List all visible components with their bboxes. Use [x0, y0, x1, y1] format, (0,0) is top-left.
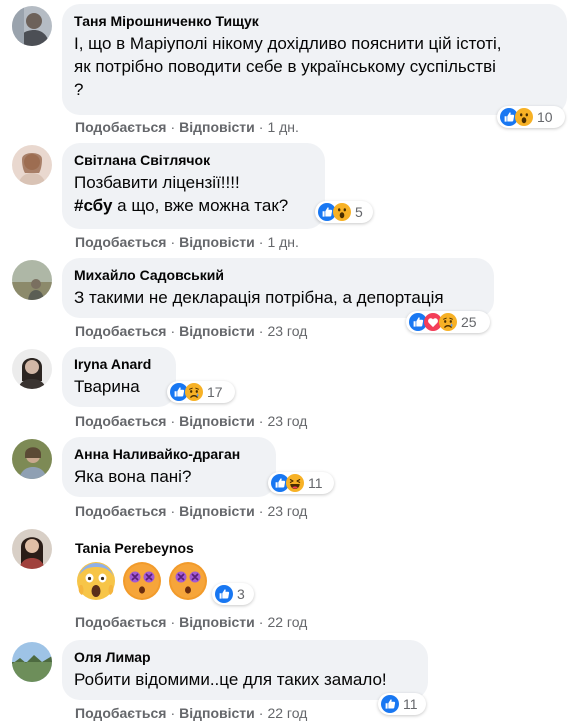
comment-bubble: Оля Лимар Робити відомими..це для таких … — [62, 640, 428, 700]
like-button[interactable]: Подобається — [75, 413, 166, 429]
reply-button[interactable]: Відповісти — [179, 323, 255, 339]
reply-button[interactable]: Відповісти — [179, 503, 255, 519]
reaction-summary[interactable]: 25 — [406, 311, 490, 333]
like-button[interactable]: Подобається — [75, 119, 166, 135]
comment-bubble: Таня Мірошниченко Тищук І, що в Маріупол… — [62, 4, 567, 115]
reaction-count: 3 — [237, 586, 245, 602]
reply-button[interactable]: Відповісти — [179, 119, 255, 135]
screaming-face-emoji — [77, 562, 115, 600]
reaction-summary[interactable]: 10 — [497, 106, 565, 128]
comment-text: Позбавити ліцензії!!!! #сбу а що, вже мо… — [74, 173, 289, 215]
dizzy-face-emoji — [122, 561, 162, 601]
comment-timestamp[interactable]: 22 год — [267, 614, 307, 630]
sad-icon — [185, 383, 203, 401]
comment-bubble: Iryna Anard Тварина — [62, 347, 176, 407]
comment-timestamp[interactable]: 23 год — [267, 323, 307, 339]
comment-author[interactable]: Світлана Світлячок — [74, 151, 313, 169]
comment-text: Яка вона пані? — [74, 467, 192, 486]
hashtag-link[interactable]: #сбу — [74, 196, 112, 215]
comment-author[interactable]: Михайло Садовський — [74, 266, 482, 284]
comment-bubble: Світлана Світлячок Позбавити ліцензії!!!… — [62, 143, 325, 229]
reaction-count: 10 — [537, 109, 553, 125]
comment-author[interactable]: Оля Лимар — [74, 648, 416, 666]
like-button[interactable]: Подобається — [75, 705, 166, 721]
like-icon — [215, 585, 233, 603]
comment-timestamp[interactable]: 23 год — [267, 503, 307, 519]
comment-actions: Подобається · Відповісти · 1 дн. — [75, 234, 299, 250]
comment-timestamp[interactable]: 1 дн. — [267, 119, 298, 135]
reply-button[interactable]: Відповісти — [179, 614, 255, 630]
comment-text: Робити відомими..це для таких замало! — [74, 670, 387, 689]
reaction-summary[interactable]: 5 — [315, 201, 373, 223]
wow-icon — [515, 108, 533, 126]
comment-actions: Подобається · Відповісти · 23 год — [75, 323, 308, 339]
comment-actions: Подобається · Відповісти · 22 год — [75, 705, 308, 721]
comment-actions: Подобається · Відповісти · 22 год — [75, 614, 308, 630]
like-icon — [381, 695, 399, 713]
comment-timestamp[interactable]: 22 год — [267, 705, 307, 721]
like-button[interactable]: Подобається — [75, 614, 166, 630]
comment-actions: Подобається · Відповісти · 23 год — [75, 503, 308, 519]
comment-text: І, що в Маріуполі нікому дохідливо поясн… — [74, 34, 502, 99]
reaction-summary[interactable]: 11 — [378, 693, 426, 715]
avatar[interactable] — [12, 349, 52, 389]
reaction-summary[interactable]: 11 — [268, 472, 334, 494]
reaction-summary[interactable]: 17 — [167, 381, 235, 403]
comment-timestamp[interactable]: 1 дн. — [267, 234, 298, 250]
like-button[interactable]: Подобається — [75, 323, 166, 339]
like-button[interactable]: Подобається — [75, 503, 166, 519]
comment-actions: Подобається · Відповісти · 23 год — [75, 413, 308, 429]
avatar[interactable] — [12, 6, 52, 46]
reply-button[interactable]: Відповісти — [179, 705, 255, 721]
reply-button[interactable]: Відповісти — [179, 234, 255, 250]
avatar[interactable] — [12, 642, 52, 682]
comment-actions: Подобається · Відповісти · 1 дн. — [75, 119, 299, 135]
comment-text: Тварина — [74, 377, 140, 396]
comment-text: З такими не декларація потрібна, а депор… — [74, 288, 444, 307]
reply-button[interactable]: Відповісти — [179, 413, 255, 429]
reaction-count: 17 — [207, 384, 223, 400]
reaction-count: 11 — [403, 696, 418, 712]
avatar[interactable] — [12, 260, 52, 300]
wow-icon — [333, 203, 351, 221]
reaction-count: 5 — [355, 204, 363, 220]
dizzy-face-emoji — [168, 561, 208, 601]
comment-author[interactable]: Таня Мірошниченко Тищук — [74, 12, 555, 30]
avatar[interactable] — [12, 439, 52, 479]
comment-timestamp[interactable]: 23 год — [267, 413, 307, 429]
comment-bubble: Анна Наливайко-драган Яка вона пані? — [62, 437, 276, 497]
reaction-count: 11 — [308, 475, 323, 491]
comment-author[interactable]: Tania Perebeynos — [75, 539, 194, 557]
haha-icon — [286, 474, 304, 492]
reaction-summary[interactable]: 3 — [212, 583, 254, 605]
emoji-message — [76, 561, 214, 603]
reaction-count: 25 — [461, 314, 477, 330]
sad-icon — [439, 313, 457, 331]
comment-author[interactable]: Анна Наливайко-драган — [74, 445, 264, 463]
avatar[interactable] — [12, 529, 52, 569]
comment-author[interactable]: Iryna Anard — [74, 355, 164, 373]
like-button[interactable]: Подобається — [75, 234, 166, 250]
avatar[interactable] — [12, 145, 52, 185]
comment-bubble: Михайло Садовський З такими не деклараці… — [62, 258, 494, 318]
